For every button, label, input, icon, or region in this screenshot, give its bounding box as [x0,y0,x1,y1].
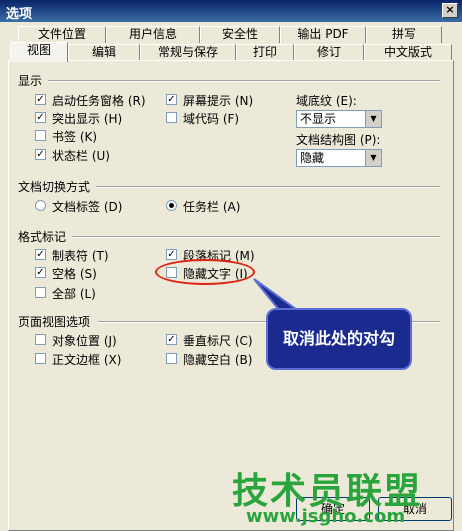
tab-view[interactable]: 视图 [10,42,68,62]
callout-pointer [253,278,303,318]
annotation-callout: 取消此处的对勾 [266,308,412,370]
watermark-url: www.jsgho.com [246,506,406,527]
